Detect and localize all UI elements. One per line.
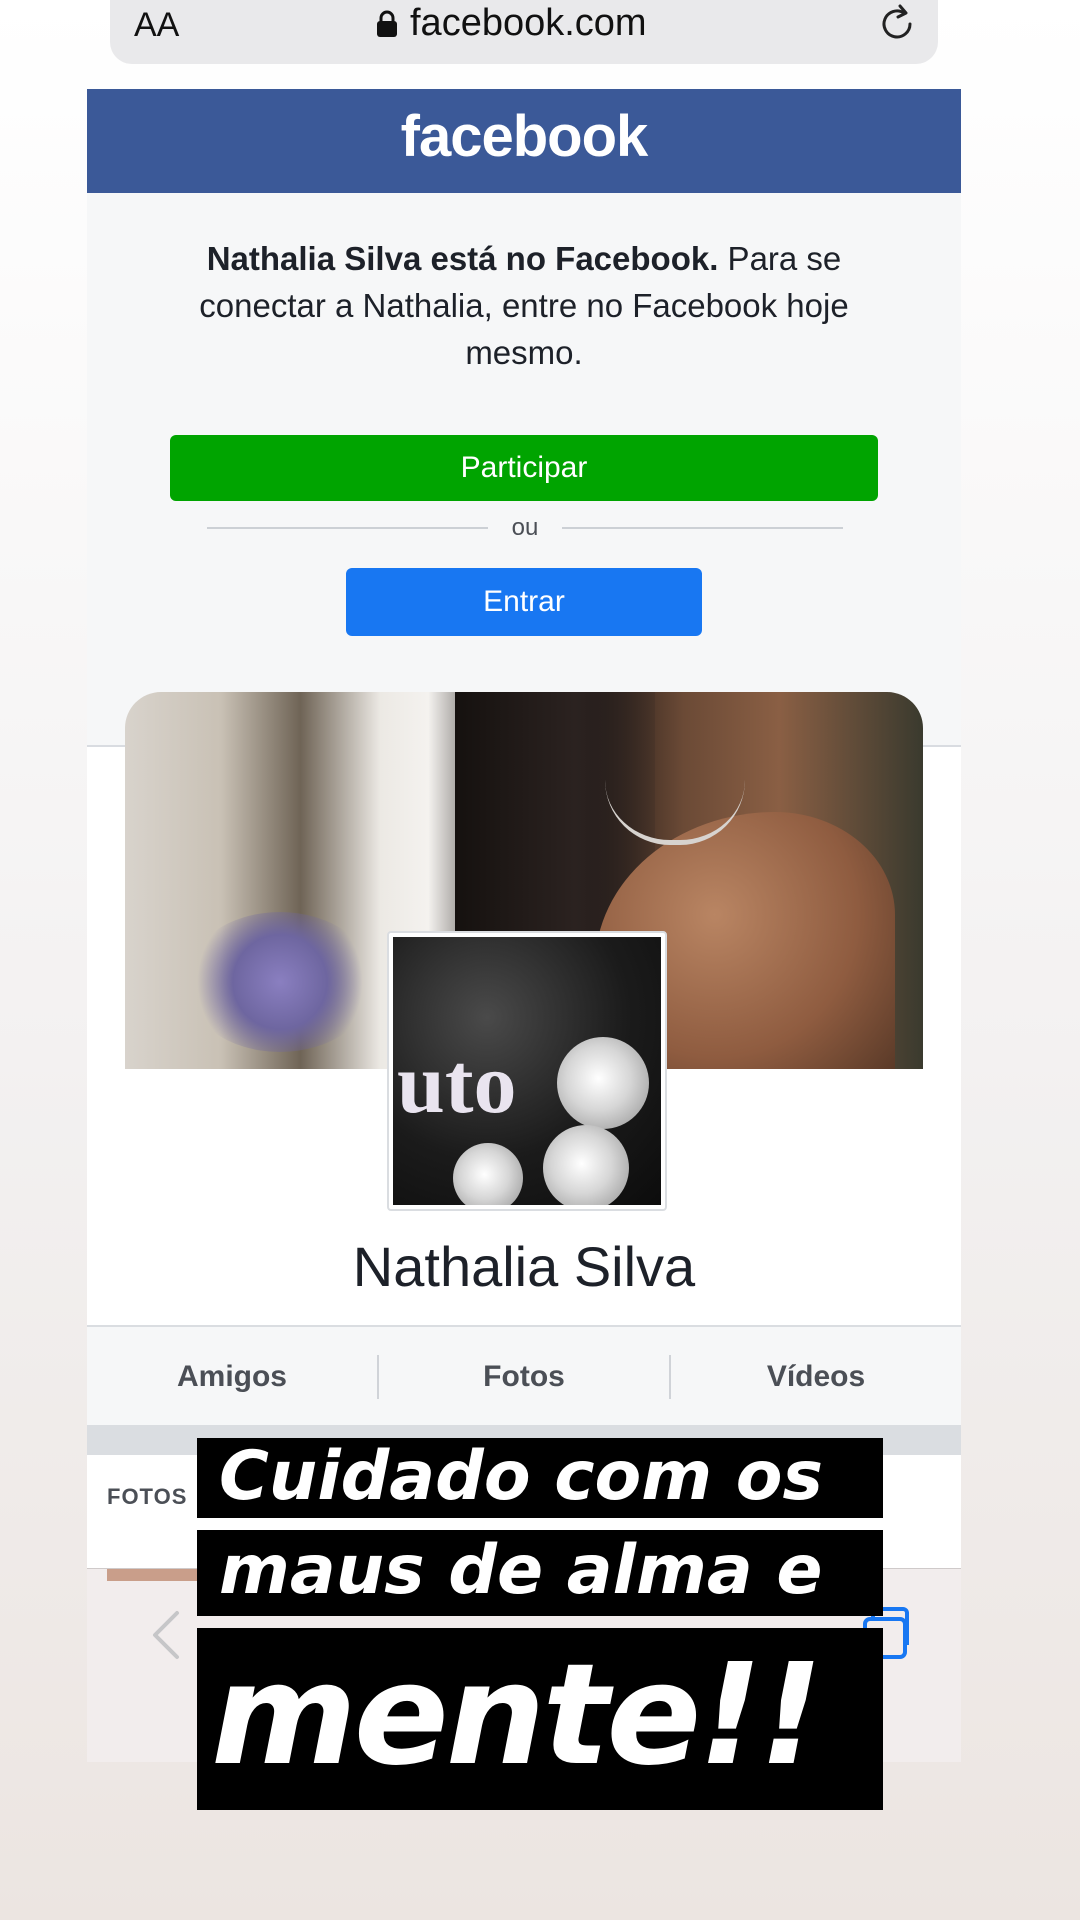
divider-line: [562, 527, 844, 529]
avatar-text: uto: [397, 1035, 517, 1131]
notice-bold-text: Nathalia Silva está no Facebook.: [206, 240, 719, 277]
tab-photos[interactable]: Fotos: [379, 1360, 669, 1394]
rose-image: [543, 1125, 629, 1205]
profile-tabs: Amigos Fotos Vídeos: [87, 1325, 961, 1427]
tab-friends[interactable]: Amigos: [87, 1360, 377, 1394]
tab-videos[interactable]: Vídeos: [671, 1360, 961, 1394]
back-icon[interactable]: [147, 1609, 187, 1661]
text-size-label: AA: [134, 6, 180, 44]
or-text: ou: [511, 514, 539, 541]
caption-line-3: mente!!: [197, 1628, 883, 1810]
rose-image: [453, 1143, 523, 1205]
text-size-button[interactable]: AA: [134, 6, 179, 45]
url-text: facebook.com: [410, 2, 647, 44]
join-button[interactable]: Participar: [170, 435, 878, 501]
or-divider: ou: [207, 503, 844, 553]
url-display[interactable]: facebook.com: [376, 2, 647, 45]
facebook-logo[interactable]: facebook: [87, 103, 961, 170]
login-button[interactable]: Entrar: [346, 568, 702, 636]
lock-icon: [377, 10, 397, 37]
profile-picture[interactable]: uto: [387, 931, 667, 1211]
reload-icon[interactable]: [878, 2, 918, 46]
divider-line: [207, 527, 488, 529]
avatar: uto: [393, 937, 661, 1205]
profile-name: Nathalia Silva: [352, 1235, 696, 1298]
notice-text: Nathalia Silva está no Facebook. Para se…: [167, 235, 881, 376]
cover-flowers: [185, 912, 375, 1052]
join-notice: Nathalia Silva está no Facebook. Para se…: [87, 193, 961, 747]
caption-line-2: maus de alma e: [197, 1530, 883, 1616]
caption-line-1: Cuidado com os: [197, 1438, 883, 1518]
facebook-header: facebook: [87, 89, 961, 193]
photos-section-header: FOTOS: [107, 1484, 188, 1509]
rose-image: [557, 1037, 649, 1129]
